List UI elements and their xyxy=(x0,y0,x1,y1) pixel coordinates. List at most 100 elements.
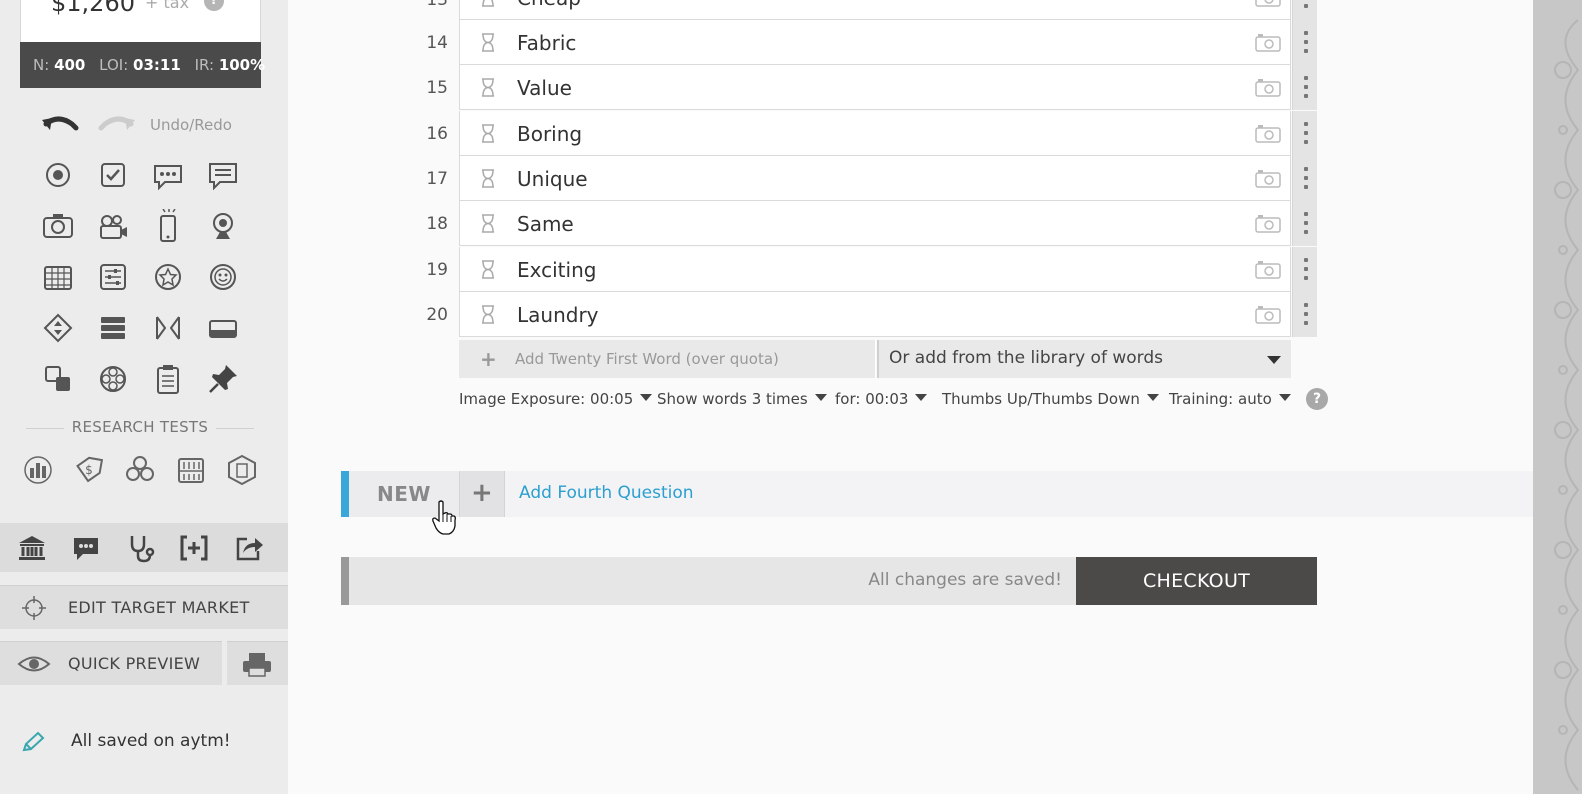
ranking-icon[interactable] xyxy=(41,311,75,345)
print-button[interactable] xyxy=(227,641,288,685)
video-icon[interactable] xyxy=(96,209,130,243)
short-text-icon[interactable] xyxy=(151,158,185,192)
new-badge[interactable]: NEW xyxy=(349,471,459,517)
camera-icon[interactable] xyxy=(1255,260,1281,279)
package-test-icon[interactable] xyxy=(225,453,259,487)
edit-target-market-button[interactable]: EDIT TARGET MARKET xyxy=(0,585,288,629)
word-input[interactable] xyxy=(517,31,1217,55)
single-choice-icon[interactable] xyxy=(41,158,75,192)
word-input[interactable] xyxy=(517,0,1217,10)
price-summary: $1,260 + tax ? xyxy=(20,0,261,42)
word-library-select[interactable]: Or add from the library of words xyxy=(877,340,1291,378)
word-input[interactable] xyxy=(517,258,1217,282)
word-input[interactable] xyxy=(517,122,1217,146)
pin-icon[interactable] xyxy=(206,362,240,396)
bank-icon[interactable] xyxy=(16,532,48,564)
undo-redo-label: Undo/Redo xyxy=(150,116,232,134)
smiley-icon[interactable] xyxy=(206,260,240,294)
row-menu-handle[interactable] xyxy=(1292,247,1317,292)
camera-icon[interactable] xyxy=(1255,78,1281,97)
row-menu-handle[interactable] xyxy=(1292,0,1317,20)
quick-preview-button[interactable]: QUICK PREVIEW xyxy=(0,641,222,685)
photo-icon[interactable] xyxy=(41,209,75,243)
camera-icon[interactable] xyxy=(1255,0,1281,7)
row-number: 17 xyxy=(426,169,448,189)
word-input[interactable] xyxy=(517,76,1217,100)
hourglass-icon[interactable] xyxy=(480,214,496,233)
undo-icon[interactable] xyxy=(40,112,80,138)
eye-icon xyxy=(17,656,51,672)
hourglass-icon[interactable] xyxy=(480,260,496,279)
row-menu-handle[interactable] xyxy=(1292,156,1317,201)
redo-icon[interactable] xyxy=(97,112,137,138)
share-icon[interactable] xyxy=(233,532,265,564)
card-sort-icon[interactable] xyxy=(206,311,240,345)
list-stack-icon[interactable] xyxy=(96,311,130,345)
hourglass-icon[interactable] xyxy=(480,33,496,52)
mind-map-icon[interactable] xyxy=(96,362,130,396)
maxdiff-icon[interactable] xyxy=(151,311,185,345)
hourglass-icon[interactable] xyxy=(480,169,496,188)
rating-mode-dropdown[interactable]: Thumbs Up/Thumbs Down xyxy=(942,390,1159,408)
row-menu-handle[interactable] xyxy=(1292,65,1317,110)
decorative-pattern xyxy=(1533,0,1582,794)
chevron-down-icon xyxy=(1267,356,1281,364)
image-exposure-dropdown[interactable]: Image Exposure: 00:05 xyxy=(459,390,653,408)
camera-icon[interactable] xyxy=(1255,305,1281,324)
mobile-icon[interactable] xyxy=(151,208,185,243)
row-menu-handle[interactable] xyxy=(1292,20,1317,65)
chevron-down-icon xyxy=(1146,394,1159,401)
rating-mode-value: Thumbs Up/Thumbs Down xyxy=(942,390,1140,408)
hourglass-icon[interactable] xyxy=(480,124,496,143)
word-row xyxy=(459,65,1317,110)
hourglass-icon[interactable] xyxy=(480,305,496,324)
stats-bar: N: 400 LOI: 03:11 IR: 100% xyxy=(20,42,265,88)
multiple-choice-icon[interactable] xyxy=(96,158,130,192)
duration-dropdown[interactable]: for: 00:03 xyxy=(835,390,928,408)
camera-icon[interactable] xyxy=(1255,214,1281,233)
options-help-icon[interactable]: ? xyxy=(1306,388,1328,410)
grid-matrix-icon[interactable] xyxy=(41,260,75,294)
hourglass-icon[interactable] xyxy=(480,0,496,7)
shelf-test-icon[interactable] xyxy=(174,453,208,487)
row-menu-handle[interactable] xyxy=(1292,292,1317,337)
word-input[interactable] xyxy=(517,303,1217,327)
row-menu-handle[interactable] xyxy=(1292,201,1317,246)
chevron-down-icon xyxy=(915,394,928,401)
plus-icon: + xyxy=(480,347,497,371)
webcam-icon[interactable] xyxy=(206,209,240,243)
svg-text:$: $ xyxy=(85,463,93,477)
checkout-button[interactable]: CHECKOUT xyxy=(1076,557,1317,605)
comment-icon[interactable] xyxy=(70,532,102,564)
slider-scale-icon[interactable] xyxy=(96,260,130,294)
camera-icon[interactable] xyxy=(1255,33,1281,52)
stat-loi-value: 03:11 xyxy=(133,56,181,74)
add-question-plus-button[interactable]: + xyxy=(459,471,505,517)
row-menu-handle[interactable] xyxy=(1292,111,1317,156)
long-text-icon[interactable] xyxy=(206,158,240,192)
stat-n-value: 400 xyxy=(54,56,86,74)
concept-test-icon[interactable] xyxy=(123,453,157,487)
camera-icon[interactable] xyxy=(1255,124,1281,143)
training-dropdown[interactable]: Training: auto xyxy=(1169,390,1291,408)
camera-icon[interactable] xyxy=(1255,169,1281,188)
edit-target-market-label: EDIT TARGET MARKET xyxy=(68,598,250,617)
show-words-dropdown[interactable]: Show words 3 times xyxy=(657,390,827,408)
word-input[interactable] xyxy=(517,167,1217,191)
printer-icon xyxy=(243,653,271,677)
row-number: 13 xyxy=(426,0,448,10)
word-input[interactable] xyxy=(517,212,1217,236)
stethoscope-icon[interactable] xyxy=(125,532,157,564)
bar-chart-test-icon[interactable] xyxy=(21,453,55,487)
price-tag-test-icon[interactable]: $ xyxy=(72,453,106,487)
star-rating-icon[interactable] xyxy=(151,260,185,294)
price-help-icon[interactable]: ? xyxy=(204,0,224,11)
add-word-button[interactable]: + Add Twenty First Word (over quota) xyxy=(459,340,876,378)
add-fourth-question-link[interactable]: Add Fourth Question xyxy=(519,483,694,503)
hourglass-icon[interactable] xyxy=(480,78,496,97)
embed-code-icon[interactable] xyxy=(178,532,210,564)
clipboard-icon[interactable] xyxy=(151,362,185,396)
sidebar: $1,260 + tax ? N: 400 LOI: 03:11 IR: 100… xyxy=(0,0,288,794)
image-choice-icon[interactable] xyxy=(41,362,75,396)
stat-ir-label: IR: xyxy=(194,56,215,74)
